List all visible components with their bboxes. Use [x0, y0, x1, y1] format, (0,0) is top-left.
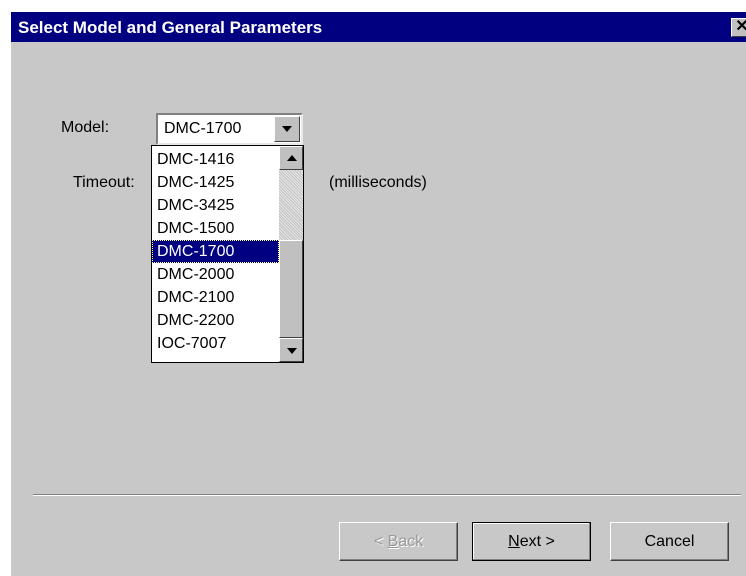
model-list-item[interactable]: DMC-2100	[152, 286, 279, 309]
chevron-down-icon	[282, 126, 292, 132]
model-list-item[interactable]: DMC-1416	[152, 148, 279, 171]
back-button-prefix: <	[373, 533, 388, 550]
close-icon[interactable]: ✕	[731, 18, 746, 37]
next-button-mnemonic: N	[508, 533, 520, 550]
scroll-up-button[interactable]	[279, 146, 303, 170]
combo-dropdown-button[interactable]	[274, 116, 300, 142]
timeout-units-label: (milliseconds)	[329, 174, 427, 191]
timeout-label: Timeout:	[73, 174, 135, 191]
model-list-item[interactable]: DMC-2200	[152, 309, 279, 332]
model-list-item[interactable]: IOC-7007	[152, 332, 279, 355]
next-button-rest: ext >	[519, 533, 555, 550]
scroll-track[interactable]	[279, 170, 303, 240]
model-combobox[interactable]: DMC-1700	[156, 113, 303, 145]
scroll-down-button[interactable]	[279, 338, 303, 362]
select-model-dialog: Select Model and General Parameters ✕ Mo…	[11, 12, 746, 576]
triangle-down-icon	[287, 348, 297, 354]
dialog-title: Select Model and General Parameters	[18, 18, 323, 37]
title-bar[interactable]: Select Model and General Parameters ✕	[11, 12, 746, 42]
separator-line	[33, 494, 741, 496]
model-list: DMC-1416 DMC-1425 DMC-3425 DMC-1500 DMC-1700…	[152, 148, 279, 355]
model-list-item[interactable]: DMC-1700	[152, 240, 279, 263]
model-label: Model:	[61, 119, 110, 136]
list-scrollbar[interactable]	[279, 146, 303, 362]
model-list-item[interactable]: DMC-2000	[152, 263, 279, 286]
back-button-mnemonic: B	[387, 533, 399, 550]
back-button[interactable]: < Back	[339, 522, 458, 561]
cancel-button[interactable]: Cancel	[610, 522, 729, 561]
model-list-item[interactable]: DMC-1425	[152, 171, 279, 194]
triangle-up-icon	[287, 155, 297, 161]
next-button[interactable]: Next >	[472, 522, 591, 561]
model-list-item[interactable]: DMC-3425	[152, 194, 279, 217]
model-dropdown-list[interactable]: DMC-1416 DMC-1425 DMC-3425 DMC-1500 DMC-1700…	[151, 145, 304, 363]
model-list-item[interactable]: DMC-1500	[152, 217, 279, 240]
model-combobox-value: DMC-1700	[164, 120, 242, 137]
scroll-thumb[interactable]	[279, 240, 303, 338]
back-button-rest: ack	[398, 533, 424, 550]
